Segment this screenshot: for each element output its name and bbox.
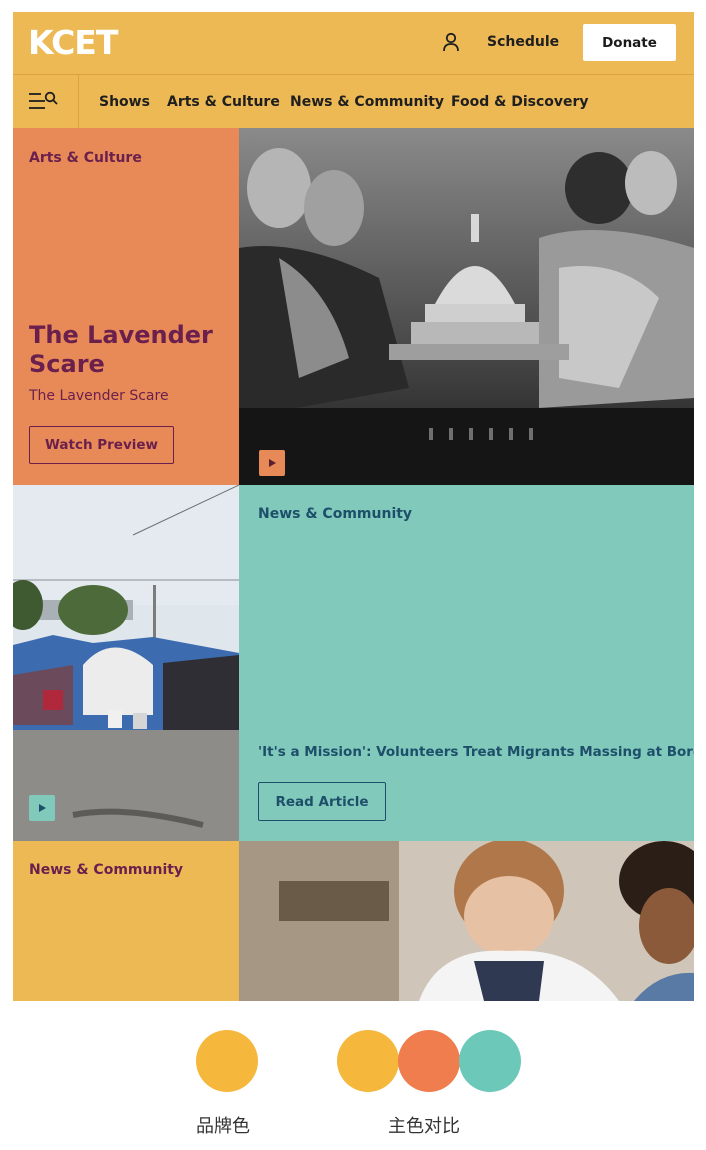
kcet-logo[interactable]: KCET [28,23,118,62]
nav-arts-culture[interactable]: Arts & Culture [167,94,280,110]
donate-button[interactable]: Donate [583,24,676,61]
feature-lavender-scare[interactable]: Arts & Culture The Lavender Scare The La… [13,128,239,485]
play-button[interactable] [259,450,285,476]
category-label[interactable]: News & Community [29,862,183,878]
nav-food-discovery[interactable]: Food & Discovery [451,94,589,110]
play-icon [39,804,46,812]
border-camp-image[interactable] [13,485,239,841]
menu-search-icon [29,91,58,109]
read-article-button[interactable]: Read Article [258,782,386,821]
cooking-kids-photo [239,841,694,1001]
contrast-swatch-orange [398,1030,460,1092]
title-line-1: The Lavender [29,321,213,349]
contrast-caption: 主色对比 [388,1116,460,1137]
kcet-page: KCET Schedule Donate Shows Arts & Cultur… [13,12,694,1001]
nav-news-community[interactable]: News & Community [290,94,444,110]
feature-news-community[interactable]: News & Community [13,841,239,1001]
site-header: KCET Schedule Donate [13,12,694,74]
contrast-swatch-yellow [337,1030,399,1092]
brand-color-caption: 品牌色 [196,1116,250,1137]
play-icon [269,459,276,467]
main-nav: Shows Arts & Culture News & Community Fo… [13,74,694,128]
feature-headline[interactable]: 'It's a Mission': Volunteers Treat Migra… [258,744,694,760]
brand-color-swatch [196,1030,258,1092]
cooking-kids-image[interactable] [239,841,694,1001]
category-label[interactable]: Arts & Culture [29,150,142,166]
schedule-link[interactable]: Schedule [487,34,559,50]
border-camp-photo [13,485,239,841]
lavender-scare-image[interactable] [239,128,694,485]
feature-subtitle: The Lavender Scare [29,388,169,404]
feature-migrants-border[interactable]: News & Community 'It's a Mission': Volun… [239,485,694,841]
nav-shows[interactable]: Shows [99,94,150,110]
contrast-swatch-teal [459,1030,521,1092]
title-line-2: Scare [29,350,105,378]
feature-title[interactable]: The Lavender Scare [29,321,213,379]
category-label[interactable]: News & Community [258,506,412,522]
menu-search-button[interactable] [13,75,79,128]
play-button[interactable] [29,795,55,821]
lavender-scare-photo [239,128,694,485]
watch-preview-button[interactable]: Watch Preview [29,426,174,464]
user-icon[interactable] [441,32,461,54]
